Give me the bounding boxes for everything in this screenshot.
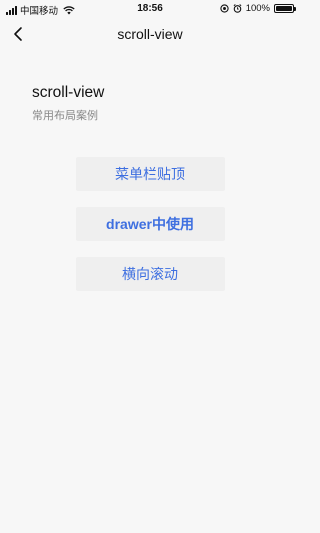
battery-fill xyxy=(276,6,292,11)
location-icon xyxy=(220,4,229,13)
page-subtitle: 常用布局案例 xyxy=(32,110,98,122)
status-right: 100% xyxy=(220,3,296,14)
back-button[interactable] xyxy=(8,24,28,44)
sticky-menu-button[interactable]: 菜单栏贴顶 xyxy=(75,157,225,191)
battery-icon xyxy=(274,4,296,13)
alarm-icon xyxy=(233,4,242,13)
battery-percent: 100% xyxy=(245,3,270,14)
horizontal-scroll-button[interactable]: 横向滚动 xyxy=(75,257,225,291)
page-title: scroll-view xyxy=(32,84,105,101)
nav-title: scroll-view xyxy=(117,26,183,42)
button-list: 菜单栏贴顶 drawer中使用 横向滚动 xyxy=(0,157,300,291)
page-header: scroll-view 常用布局案例 xyxy=(0,48,300,123)
nav-bar: scroll-view xyxy=(0,20,300,48)
status-bar: 中国移动 18:56 100% xyxy=(0,0,300,20)
drawer-usage-button[interactable]: drawer中使用 xyxy=(75,207,225,241)
chevron-left-icon xyxy=(14,27,22,41)
